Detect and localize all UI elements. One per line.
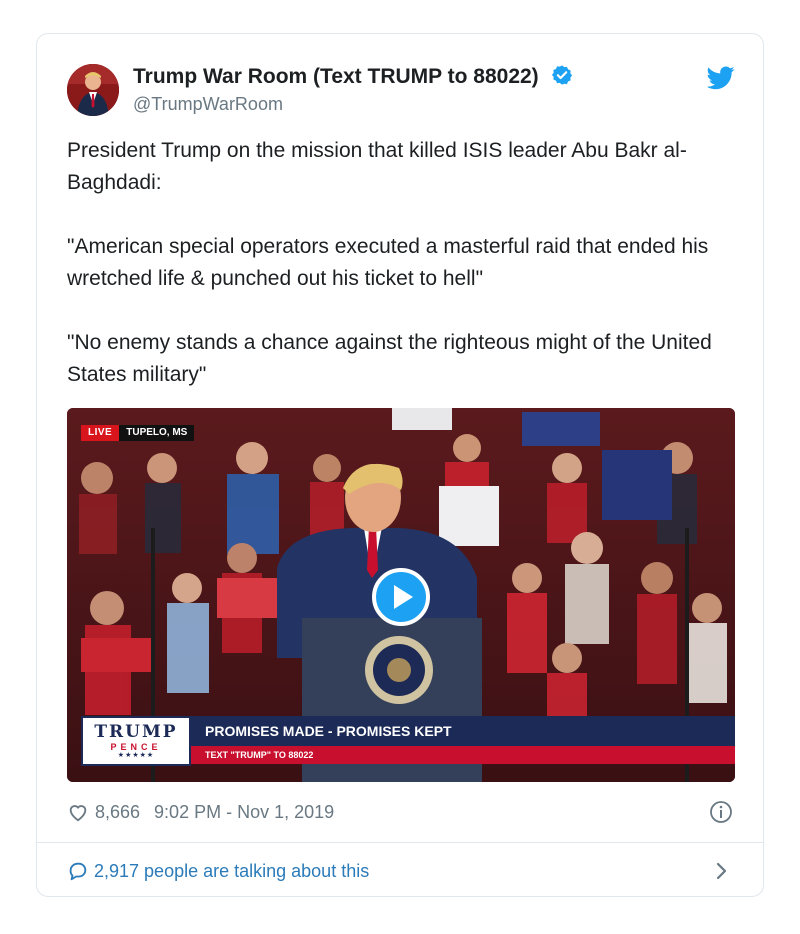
author-handle[interactable]: @TrumpWarRoom [133, 94, 283, 115]
conversation-link[interactable]: 2,917 people are talking about this [67, 859, 369, 883]
logo-stars: ★★★★★ [117, 752, 155, 759]
author-display-name[interactable]: Trump War Room (Text TRUMP to 88022) [133, 64, 573, 89]
play-icon [394, 585, 413, 609]
twitter-bird-icon[interactable] [707, 66, 735, 90]
logo-line-1: TRUMP [94, 722, 178, 742]
play-button[interactable] [372, 568, 430, 626]
footer-divider [37, 842, 763, 843]
chyron-headline: PROMISES MADE - PROMISES KEPT [191, 716, 735, 746]
tweet-card: Trump War Room (Text TRUMP to 88022) @Tr… [36, 33, 764, 897]
chyron-subline: TEXT "TRUMP" TO 88022 [191, 746, 735, 764]
tweet-timestamp[interactable]: 9:02 PM - Nov 1, 2019 [154, 802, 334, 823]
tweet-paragraph-1: President Trump on the mission that kill… [67, 139, 687, 194]
author-name-text: Trump War Room (Text TRUMP to 88022) [133, 65, 539, 88]
verified-badge-icon [551, 65, 572, 85]
info-icon[interactable] [709, 800, 733, 824]
tweet-meta: 8,666 9:02 PM - Nov 1, 2019 [67, 800, 334, 824]
heart-icon[interactable] [67, 801, 89, 823]
avatar-photo [67, 64, 119, 116]
author-avatar[interactable] [67, 64, 119, 116]
tweet-text: President Trump on the mission that kill… [67, 135, 747, 423]
logo-line-2: PENCE [110, 742, 162, 752]
chevron-right-icon[interactable] [715, 861, 729, 881]
live-label: LIVE [81, 425, 120, 441]
tweet-paragraph-2: "American special operators executed a m… [67, 235, 709, 290]
conversation-text: 2,917 people are talking about this [94, 860, 370, 881]
trump-pence-logo: TRUMP PENCE ★★★★★ [81, 716, 191, 766]
live-location: TUPELO, MS [119, 425, 195, 441]
reply-bubble-icon [69, 862, 87, 881]
tweet-paragraph-3: "No enemy stands a chance against the ri… [67, 331, 712, 386]
live-badge: LIVE TUPELO, MS [81, 425, 195, 441]
video-player[interactable]: LIVE TUPELO, MS TRUMP PENCE ★★★★★ PROMIS… [67, 408, 735, 782]
like-count[interactable]: 8,666 [95, 802, 140, 823]
video-chyron: TRUMP PENCE ★★★★★ PROMISES MADE - PROMIS… [81, 716, 735, 766]
